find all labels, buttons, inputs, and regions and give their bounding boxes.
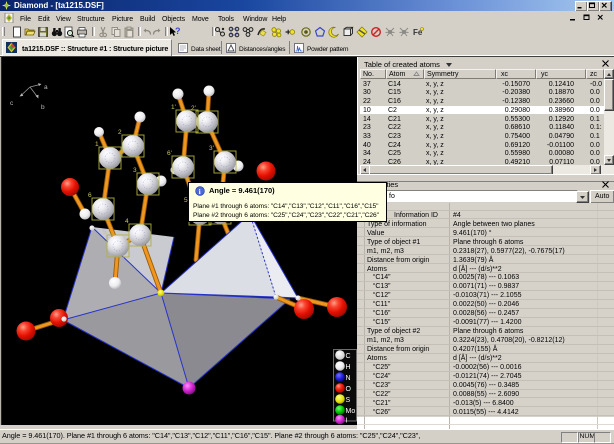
- svg-text:2': 2': [191, 105, 196, 112]
- svg-text:3': 3': [209, 145, 214, 152]
- svg-text:4: 4: [125, 218, 129, 225]
- svg-text:C: C: [346, 353, 351, 360]
- svg-text:S: S: [346, 397, 351, 404]
- svg-text:?: ?: [175, 26, 180, 36]
- svg-text:O: O: [346, 386, 352, 393]
- svg-text:5: 5: [103, 229, 107, 236]
- svg-text:b: b: [41, 104, 45, 111]
- svg-text:H: H: [346, 364, 351, 371]
- svg-text:Mo: Mo: [346, 408, 356, 415]
- svg-text:2: 2: [118, 129, 122, 136]
- svg-text:6': 6': [167, 150, 172, 157]
- svg-text:i: i: [199, 187, 201, 196]
- svg-text:6: 6: [88, 192, 92, 199]
- svg-text:1: 1: [95, 141, 99, 148]
- svg-text:I: I: [346, 417, 348, 424]
- svg-text:3: 3: [133, 167, 137, 174]
- svg-text:N: N: [346, 375, 351, 382]
- svg-text:a: a: [44, 84, 48, 91]
- svg-text:1': 1': [171, 104, 176, 111]
